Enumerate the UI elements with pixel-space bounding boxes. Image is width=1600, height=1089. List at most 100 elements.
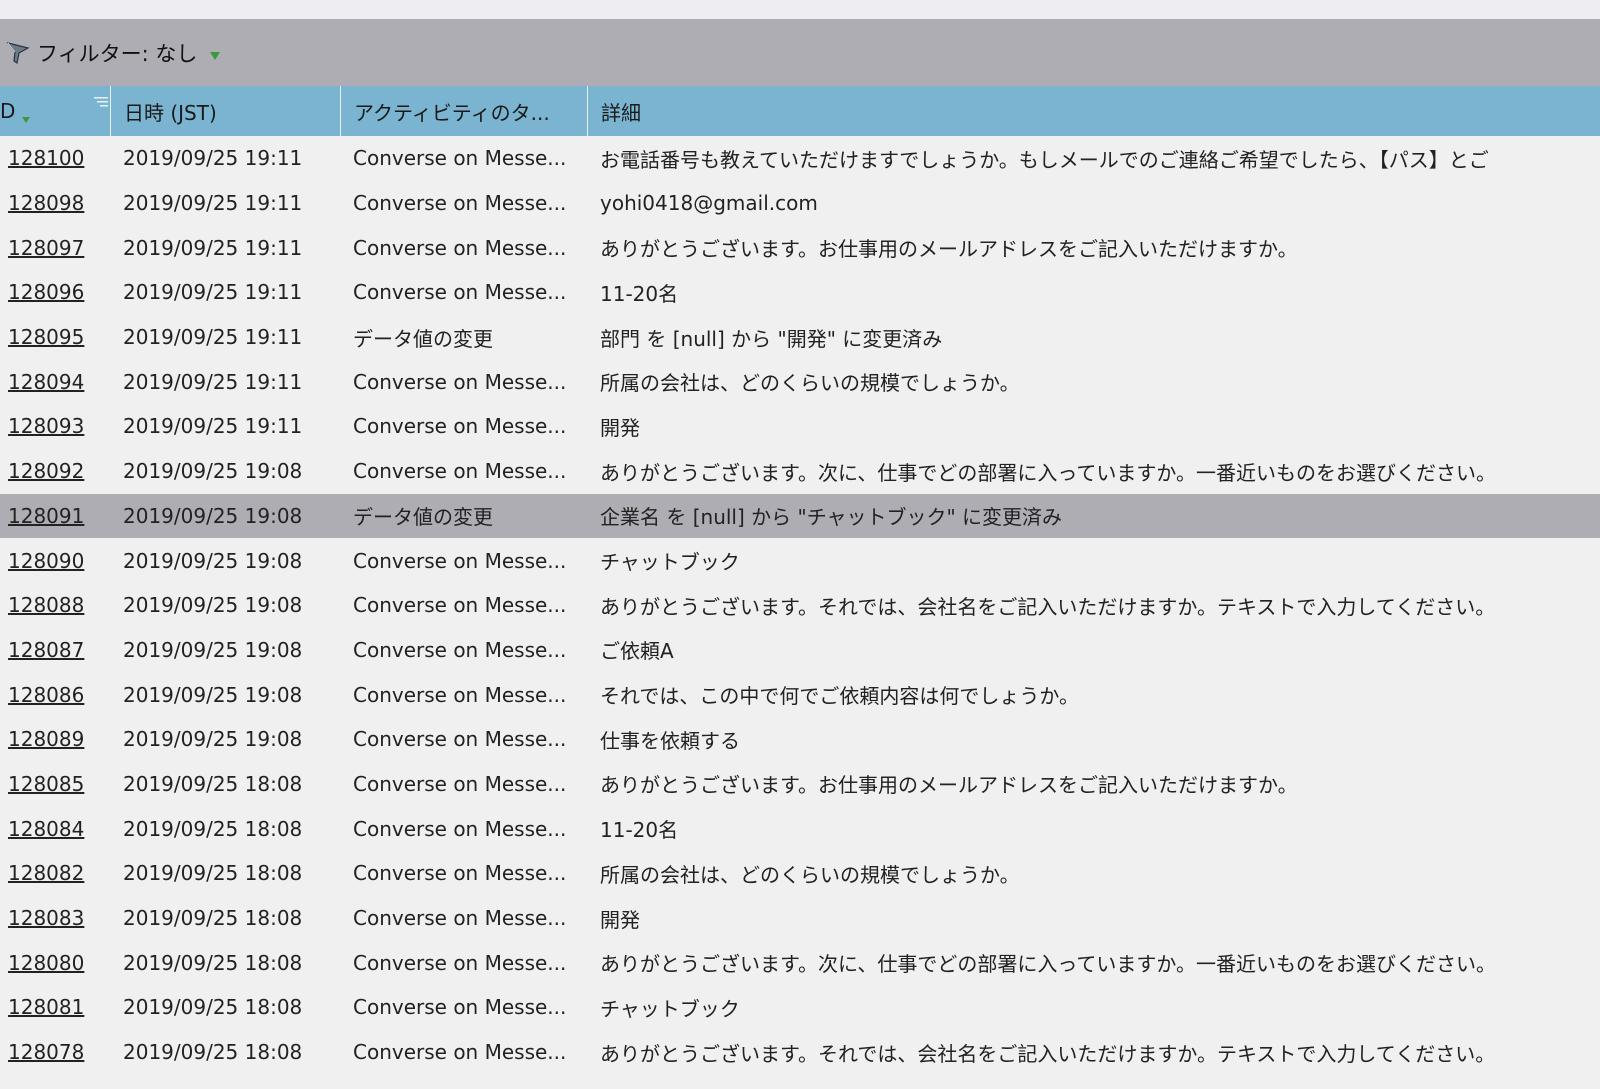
column-header-datetime[interactable]: 日時 (JST) xyxy=(111,86,341,136)
table-row[interactable]: 128087 2019/09/25 19:08 Converse on Messe.… xyxy=(0,628,1600,673)
cell-detail: 仕事を依頼する xyxy=(600,728,740,753)
filter-label[interactable]: フィルター: なし xyxy=(37,38,197,68)
cell-detail: 所属の会社は、どのくらいの規模でしょうか。 xyxy=(600,862,1020,887)
id-link[interactable]: 128078 xyxy=(8,1040,84,1064)
cell-datetime: 2019/09/25 19:11 xyxy=(123,325,303,350)
id-link[interactable]: 128088 xyxy=(8,593,84,617)
table-row[interactable]: 128091 2019/09/25 19:08 データ値の変更 企業名 を [null… xyxy=(0,493,1600,539)
table-row[interactable]: 128089 2019/09/25 19:08 Converse on Messe.… xyxy=(0,717,1600,762)
table-row[interactable]: 128093 2019/09/25 19:11 Converse on Messe.… xyxy=(0,404,1600,449)
table-row[interactable]: 128081 2019/09/25 18:08 Converse on Messe.… xyxy=(0,985,1600,1030)
id-link[interactable]: 128081 xyxy=(8,995,84,1019)
table-row[interactable]: 128086 2019/09/25 19:08 Converse on Messe.… xyxy=(0,672,1600,717)
id-link[interactable]: 128098 xyxy=(8,191,84,215)
table-row[interactable]: 128083 2019/09/25 18:08 Converse on Messe.… xyxy=(0,896,1600,941)
cell-datetime: 2019/09/25 18:08 xyxy=(123,1040,303,1065)
cell-datetime: 2019/09/25 19:08 xyxy=(123,637,303,662)
cell-id: 128082 xyxy=(0,861,111,885)
table-header: D 日時 (JST) アクティビティのタ... 詳細 xyxy=(0,86,1600,136)
id-link[interactable]: 128080 xyxy=(8,951,84,975)
column-header-activity-type[interactable]: アクティビティのタ... xyxy=(341,86,588,136)
cell-id: 128085 xyxy=(0,772,111,796)
cell-id: 128080 xyxy=(0,951,111,975)
cell-id: 128089 xyxy=(0,727,111,751)
cell-activity-type: Converse on Messe... xyxy=(353,459,567,484)
table-row[interactable]: 128094 2019/09/25 19:11 Converse on Messe.… xyxy=(0,359,1600,404)
table-row[interactable]: 128090 2019/09/25 19:08 Converse on Messe.… xyxy=(0,538,1600,583)
id-link[interactable]: 128092 xyxy=(8,459,84,483)
column-menu-icon[interactable] xyxy=(94,89,108,107)
cell-datetime: 2019/09/25 18:08 xyxy=(123,816,303,841)
cell-activity-type: Converse on Messe... xyxy=(353,816,567,841)
id-link[interactable]: 128089 xyxy=(8,727,84,751)
cell-id: 128094 xyxy=(0,370,111,394)
cell-detail: 部門 を [null] から "開発" に変更済み xyxy=(600,326,943,351)
cell-datetime: 2019/09/25 18:08 xyxy=(123,950,303,975)
cell-datetime: 2019/09/25 19:08 xyxy=(123,593,303,618)
cell-id: 128100 xyxy=(0,146,111,170)
id-link[interactable]: 128094 xyxy=(8,370,84,394)
cell-id: 128092 xyxy=(0,459,111,483)
table-row[interactable]: 128098 2019/09/25 19:11 Converse on Messe.… xyxy=(0,181,1600,226)
cell-id: 128091 xyxy=(0,504,111,528)
cell-id: 128088 xyxy=(0,593,111,617)
cell-detail: ありがとうございます。次に、仕事でどの部署に入っていますか。一番近いものをお選び… xyxy=(600,952,1496,977)
table-row[interactable]: 128096 2019/09/25 19:11 Converse on Messe.… xyxy=(0,270,1600,315)
id-link[interactable]: 128090 xyxy=(8,549,84,573)
cell-detail: お電話番号も教えていただけますでしょうか。もしメールでのご連絡ご希望でしたら、【… xyxy=(600,147,1489,172)
table-row[interactable]: 128080 2019/09/25 18:08 Converse on Messe.… xyxy=(0,940,1600,985)
id-link[interactable]: 128083 xyxy=(8,906,84,930)
cell-id: 128097 xyxy=(0,236,111,260)
cell-activity-type: Converse on Messe... xyxy=(353,191,567,216)
cell-id: 128083 xyxy=(0,906,111,930)
id-link[interactable]: 128097 xyxy=(8,236,84,260)
table-row[interactable]: 128084 2019/09/25 18:08 Converse on Messe.… xyxy=(0,806,1600,851)
id-link[interactable]: 128096 xyxy=(8,280,84,304)
cell-datetime: 2019/09/25 19:08 xyxy=(123,503,303,528)
table-row[interactable]: 128078 2019/09/25 18:08 Converse on Messe.… xyxy=(0,1030,1600,1075)
table-row[interactable]: 128085 2019/09/25 18:08 Converse on Messe.… xyxy=(0,762,1600,807)
table-row[interactable]: 128095 2019/09/25 19:11 データ値の変更 部門 を [null]… xyxy=(0,315,1600,360)
cell-activity-type: Converse on Messe... xyxy=(353,548,567,573)
table-row[interactable]: 128097 2019/09/25 19:11 Converse on Messe.… xyxy=(0,225,1600,270)
cell-id: 128081 xyxy=(0,995,111,1019)
cell-datetime: 2019/09/25 19:08 xyxy=(123,682,303,707)
cell-datetime: 2019/09/25 18:08 xyxy=(123,995,303,1020)
id-link[interactable]: 128085 xyxy=(8,772,84,796)
sort-desc-icon xyxy=(21,106,31,123)
column-header-id[interactable]: D xyxy=(0,86,111,136)
table-row[interactable]: 128092 2019/09/25 19:08 Converse on Messe.… xyxy=(0,449,1600,494)
id-link[interactable]: 128091 xyxy=(8,504,84,528)
table-row[interactable]: 128082 2019/09/25 18:08 Converse on Messe.… xyxy=(0,851,1600,896)
cell-detail: ありがとうございます。お仕事用のメールアドレスをご記入いただけますか。 xyxy=(600,237,1298,262)
id-link[interactable]: 128087 xyxy=(8,638,84,662)
cell-activity-type: Converse on Messe... xyxy=(353,771,567,796)
filter-bar: フィルター: なし xyxy=(0,19,1600,86)
cell-activity-type: Converse on Messe... xyxy=(353,950,567,975)
cell-activity-type: Converse on Messe... xyxy=(353,235,567,260)
cell-activity-type: Converse on Messe... xyxy=(353,146,567,171)
cell-detail: それでは、この中で何でご依頼内容は何でしょうか。 xyxy=(600,684,1079,709)
chevron-down-icon[interactable] xyxy=(209,47,221,60)
cell-datetime: 2019/09/25 19:08 xyxy=(123,548,303,573)
cell-activity-type: データ値の変更 xyxy=(353,505,493,530)
table-row[interactable]: 128100 2019/09/25 19:11 Converse on Messe.… xyxy=(0,136,1600,181)
cell-detail: 11-20名 xyxy=(600,818,679,843)
cell-detail: ありがとうございます。次に、仕事でどの部署に入っていますか。一番近いものをお選び… xyxy=(600,460,1496,485)
cell-activity-type: データ値の変更 xyxy=(353,326,493,351)
id-link[interactable]: 128084 xyxy=(8,817,84,841)
cell-detail: 企業名 を [null] から "チャットブック" に変更済み xyxy=(600,505,1063,530)
cell-datetime: 2019/09/25 19:11 xyxy=(123,280,303,305)
column-header-detail[interactable]: 詳細 xyxy=(588,86,1600,136)
id-link[interactable]: 128093 xyxy=(8,414,84,438)
id-link[interactable]: 128082 xyxy=(8,861,84,885)
cell-activity-type: Converse on Messe... xyxy=(353,682,567,707)
id-link[interactable]: 128095 xyxy=(8,325,84,349)
table-body: 128100 2019/09/25 19:11 Converse on Messe.… xyxy=(0,136,1600,1074)
cell-activity-type: Converse on Messe... xyxy=(353,727,567,752)
table-row[interactable]: 128088 2019/09/25 19:08 Converse on Messe.… xyxy=(0,583,1600,628)
cell-detail: 11-20名 xyxy=(600,281,679,306)
id-link[interactable]: 128086 xyxy=(8,683,84,707)
funnel-icon[interactable] xyxy=(5,40,31,66)
id-link[interactable]: 128100 xyxy=(8,146,84,170)
